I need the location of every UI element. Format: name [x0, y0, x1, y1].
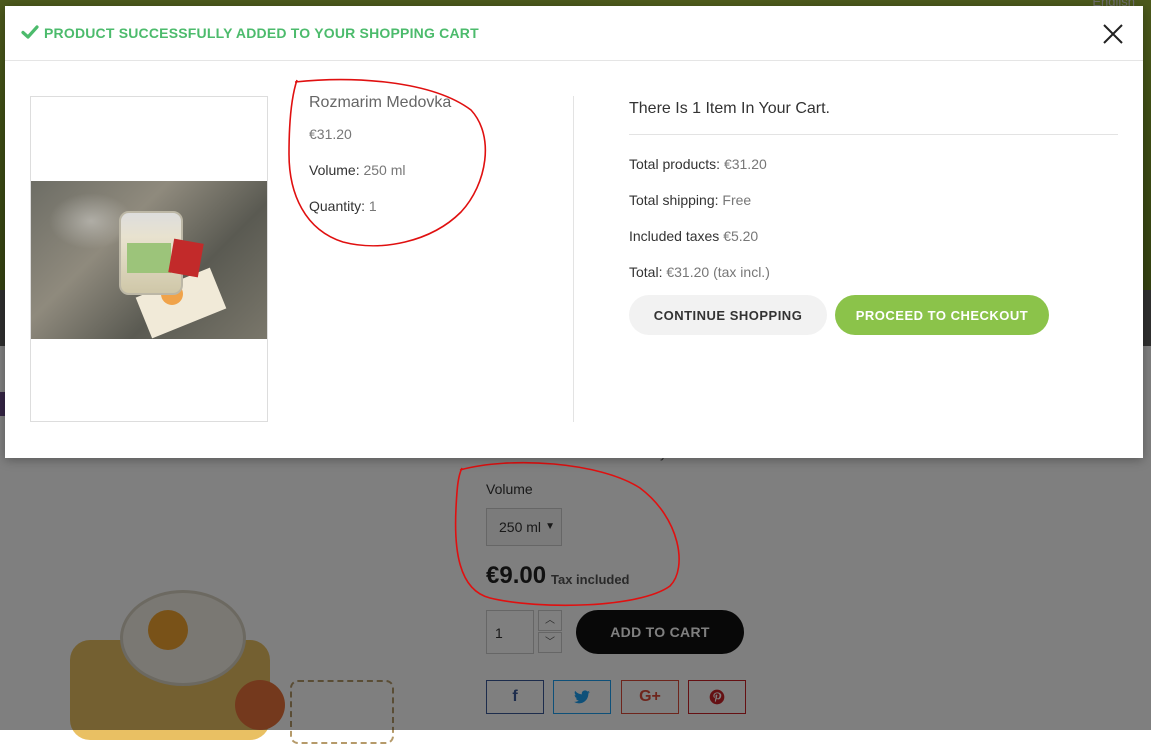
- total-value: €31.20 (tax incl.): [666, 264, 770, 280]
- total-products-value: €31.20: [723, 156, 767, 172]
- total-label: Total:: [629, 264, 663, 280]
- modal-product-image: [30, 96, 268, 422]
- total-shipping-value: Free: [722, 192, 752, 208]
- close-icon[interactable]: [1102, 23, 1124, 45]
- total-shipping-label: Total shipping:: [629, 192, 719, 208]
- volume-label: Volume:: [309, 162, 360, 178]
- product-volume: Volume: 250 ml: [309, 162, 406, 178]
- product-unit-price: €31.20: [309, 126, 352, 142]
- modal-header: PRODUCT SUCCESSFULLY ADDED TO YOUR SHOPP…: [5, 6, 1143, 61]
- cart-modal: PRODUCT SUCCESSFULLY ADDED TO YOUR SHOPP…: [5, 6, 1143, 458]
- cart-summary-title: There Is 1 Item In Your Cart.: [629, 100, 830, 117]
- total-shipping-line: Total shipping: Free: [629, 192, 751, 208]
- product-name: Rozmarim Medovka: [309, 94, 452, 111]
- quantity-label: Quantity:: [309, 198, 366, 214]
- column-divider: [573, 96, 574, 422]
- proceed-to-checkout-button[interactable]: PROCEED TO CHECKOUT: [835, 295, 1049, 335]
- continue-shopping-button[interactable]: CONTINUE SHOPPING: [629, 295, 827, 335]
- total-products-label: Total products:: [629, 156, 721, 172]
- included-taxes-value: €5.20: [723, 228, 759, 244]
- summary-divider: [629, 134, 1118, 135]
- product-quantity: Quantity: 1: [309, 198, 377, 214]
- modal-title: PRODUCT SUCCESSFULLY ADDED TO YOUR SHOPP…: [44, 25, 479, 41]
- check-icon: [21, 25, 39, 39]
- product-photo: [31, 181, 267, 339]
- total-products-line: Total products: €31.20: [629, 156, 767, 172]
- included-taxes-label: Included taxes: [629, 228, 720, 244]
- included-taxes-line: Included taxes €5.20: [629, 228, 758, 244]
- quantity-value: 1: [368, 198, 377, 214]
- total-line: Total: €31.20 (tax incl.): [629, 264, 770, 280]
- volume-value: 250 ml: [363, 162, 406, 178]
